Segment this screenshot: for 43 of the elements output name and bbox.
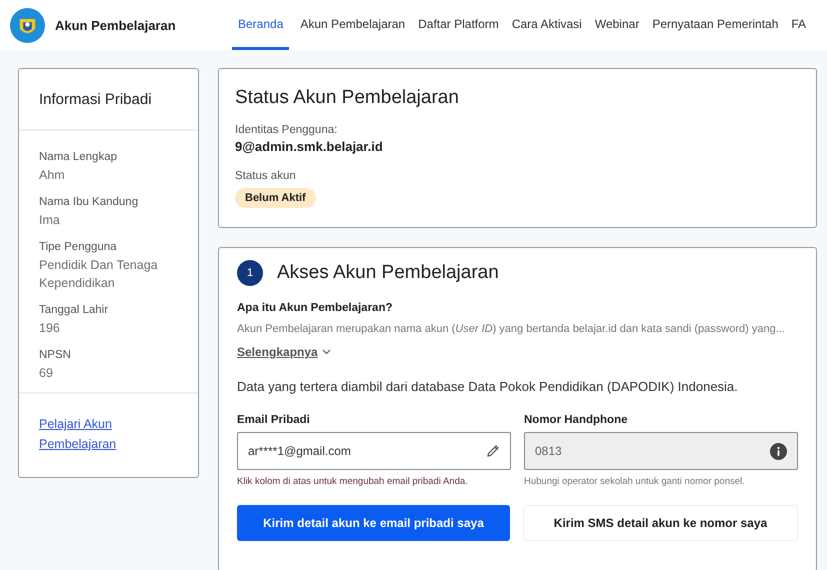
nav-tab[interactable]: Cara Aktivasi (510, 0, 584, 50)
nav-tab[interactable]: Akun Pembelajaran (298, 0, 408, 50)
field-value: 196 (39, 320, 61, 337)
step-number: 1 (237, 260, 263, 286)
field-label: NPSN (39, 349, 72, 361)
send-button[interactable]: Kirim SMS detail akun ke nomor saya (523, 505, 798, 541)
source-note: Data yang tertera diambil dari database Data Pokok Pendidikan (DAPODIK) Indonesia. (237, 379, 738, 394)
nav-tab[interactable]: FA (789, 0, 808, 50)
field-label: Nomor Handphone (524, 414, 628, 426)
read-more-link[interactable]: Selengkapnya (237, 345, 331, 359)
logo-icon (10, 8, 45, 42)
input-field[interactable]: ar****1@gmail.com (237, 432, 511, 470)
status-badge: Belum Aktif (235, 188, 316, 208)
pencil-icon (486, 444, 500, 458)
learn-link[interactable]: Pelajari Akun Pembelajaran (39, 414, 178, 454)
status-label: Status akun (235, 170, 296, 182)
field-label: Email Pribadi (237, 414, 311, 426)
field-label: Nama Ibu Kandung (39, 196, 140, 208)
chevron-down-icon (322, 349, 331, 355)
nav-tab[interactable]: Beranda (232, 0, 290, 50)
field-label: Nama Lengkap (39, 151, 118, 163)
send-button[interactable]: Kirim detail akun ke email pribadi saya (237, 505, 510, 541)
identity-value: 9@admin.smk.belajar.id (235, 139, 383, 154)
nav-tab[interactable]: Webinar (592, 0, 642, 50)
question: Apa itu Akun Pembelajaran? (237, 302, 392, 314)
field-hint: Klik kolom di atas untuk mengubah email pribadi Anda. (237, 476, 469, 487)
brand-name: Akun Pembelajaran (55, 18, 176, 32)
field-label: Tanggal Lahir (39, 304, 110, 316)
input-field: 0813 (524, 432, 798, 470)
field-value: Pendidik Dan Tenaga Kependidikan (39, 257, 159, 292)
card-title: Status Akun Pembelajaran (235, 87, 459, 109)
card-title: Informasi Pribadi (39, 90, 152, 108)
info-icon (770, 442, 787, 460)
field-value: Ahm (39, 167, 66, 184)
nav-tab[interactable]: Daftar Platform (416, 0, 501, 50)
field-label: Tipe Pengguna (39, 241, 118, 253)
nav-tab[interactable]: Pernyataan Pemerintah (650, 0, 780, 50)
card-title: Akses Akun Pembelajaran (277, 262, 499, 284)
field-value: 69 (39, 365, 54, 382)
identity-label: Identitas Pengguna: (235, 124, 338, 136)
field-value: Ima (39, 212, 61, 229)
description: Akun Pembelajaran merupakan nama akun (User ID) yang bertanda belajar.id dan kata sandi (password) yang... (237, 323, 785, 335)
field-hint: Hubungi operator sekolah untuk ganti nomor ponsel. (524, 476, 746, 487)
